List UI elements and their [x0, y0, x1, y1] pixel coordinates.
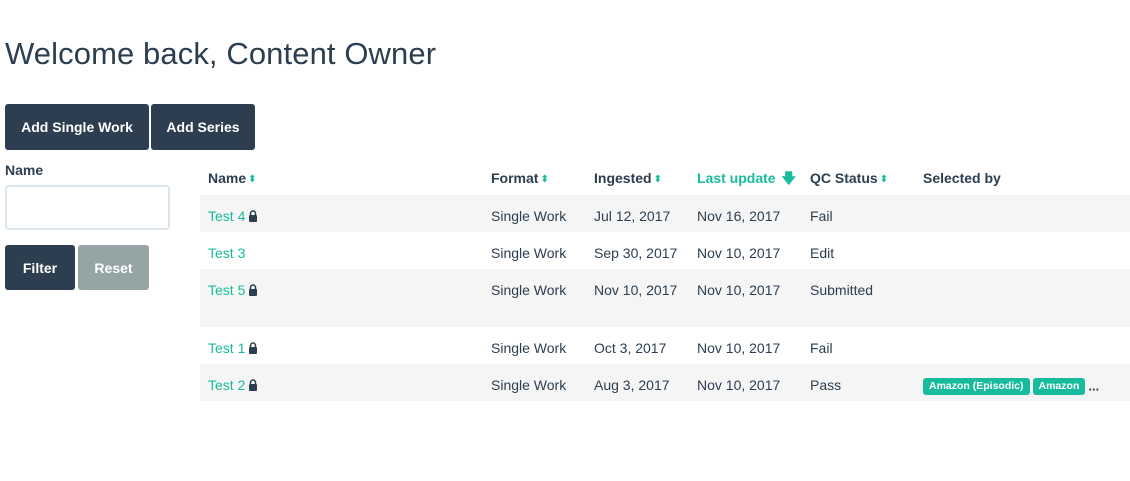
sort-icon: ⬍ [653, 174, 662, 185]
work-name-link[interactable]: Test 2 [208, 377, 245, 393]
format-cell: Single Work [491, 245, 567, 261]
format-cell: Single Work [491, 377, 567, 393]
table-row: Test 2 Single Work Aug 3, 2017 Nov 10, 2017… [200, 364, 1130, 401]
sort-icon: ⬍ [879, 174, 889, 185]
work-name-cell: Test 2 [208, 375, 258, 395]
work-name-cell: Test 5 [208, 280, 258, 300]
selected-by-badge: Amazon (Episodic) [923, 377, 1030, 395]
work-name-link[interactable]: Test 5 [208, 282, 245, 298]
ingested-cell: Oct 3, 2017 [594, 340, 667, 356]
last-update-cell: Nov 10, 2017 [697, 377, 781, 393]
table-row: Test 4 Single Work Jul 12, 2017 Nov 16, 201… [200, 195, 1130, 232]
lock-icon [248, 339, 258, 354]
lock-icon [248, 281, 258, 296]
name-filter-label: Name [5, 162, 44, 178]
sort-icon: ⬍ [540, 174, 549, 185]
ingested-cell: Jul 12, 2017 [594, 208, 671, 224]
selected-by-badge: Amazon [1032, 377, 1086, 395]
page-title: Welcome back, Content Owner [5, 36, 437, 71]
column-header-ingested[interactable]: Ingested ⬍ [594, 168, 694, 190]
last-update-cell: Nov 10, 2017 [697, 282, 781, 298]
add-series-button[interactable]: Add Series [151, 104, 255, 150]
qc-status-cell: Pass [810, 377, 842, 393]
format-cell: Single Work [491, 282, 567, 298]
format-cell: Single Work [491, 340, 567, 356]
column-header-qc-status[interactable]: QC Status ⬍ [810, 168, 888, 190]
last-update-cell: Nov 10, 2017 [697, 340, 781, 356]
selected-by-more[interactable]: ... [1088, 378, 1099, 393]
table-body: Test 4 Single Work Jul 12, 2017 Nov 16, 201… [200, 195, 1130, 401]
last-update-cell: Nov 16, 2017 [697, 208, 781, 224]
work-name-cell: Test 3 [208, 243, 245, 263]
qc-status-cell: Fail [810, 208, 833, 224]
works-table: Name ⬍ Format ⬍ Ingested ⬍ Last update 🡇 QC… [200, 158, 1130, 401]
work-name-link[interactable]: Test 4 [208, 208, 245, 224]
selected-by-cell: Amazon (Episodic) Amazon... [923, 375, 1099, 396]
ingested-cell: Aug 3, 2017 [594, 377, 670, 393]
table-row: Test 5 Single Work Nov 10, 2017 Nov 10, 201… [200, 269, 1130, 327]
sort-icon: ⬍ [248, 174, 257, 185]
ingested-cell: Nov 10, 2017 [594, 282, 678, 298]
work-name-link[interactable]: Test 3 [208, 245, 245, 261]
column-header-last-update[interactable]: Last update 🡇 [697, 168, 796, 188]
last-update-cell: Nov 10, 2017 [697, 245, 781, 261]
lock-icon [248, 376, 258, 391]
qc-status-cell: Submitted [810, 282, 874, 298]
column-header-name[interactable]: Name ⬍ [208, 168, 257, 190]
reset-button[interactable]: Reset [78, 245, 149, 290]
work-name-cell: Test 1 [208, 338, 258, 358]
arrow-down-icon: 🡇 [781, 170, 796, 186]
column-header-format[interactable]: Format ⬍ [491, 168, 549, 190]
column-header-selected-by: Selected by [923, 170, 1001, 186]
lock-icon [248, 207, 258, 222]
qc-status-cell: Fail [810, 340, 833, 356]
table-row: Test 3 Single Work Sep 30, 2017 Nov 10, 201… [200, 232, 1130, 269]
table-header: Name ⬍ Format ⬍ Ingested ⬍ Last update 🡇 QC… [200, 158, 1130, 195]
format-cell: Single Work [491, 208, 567, 224]
work-name-cell: Test 4 [208, 206, 258, 226]
work-name-link[interactable]: Test 1 [208, 340, 245, 356]
table-row: Test 1 Single Work Oct 3, 2017 Nov 10, 2017… [200, 327, 1130, 364]
filter-button[interactable]: Filter [5, 245, 75, 290]
qc-status-cell: Edit [810, 245, 835, 261]
ingested-cell: Sep 30, 2017 [594, 245, 678, 261]
name-filter-input[interactable] [5, 185, 170, 230]
add-single-work-button[interactable]: Add Single Work [5, 104, 149, 150]
